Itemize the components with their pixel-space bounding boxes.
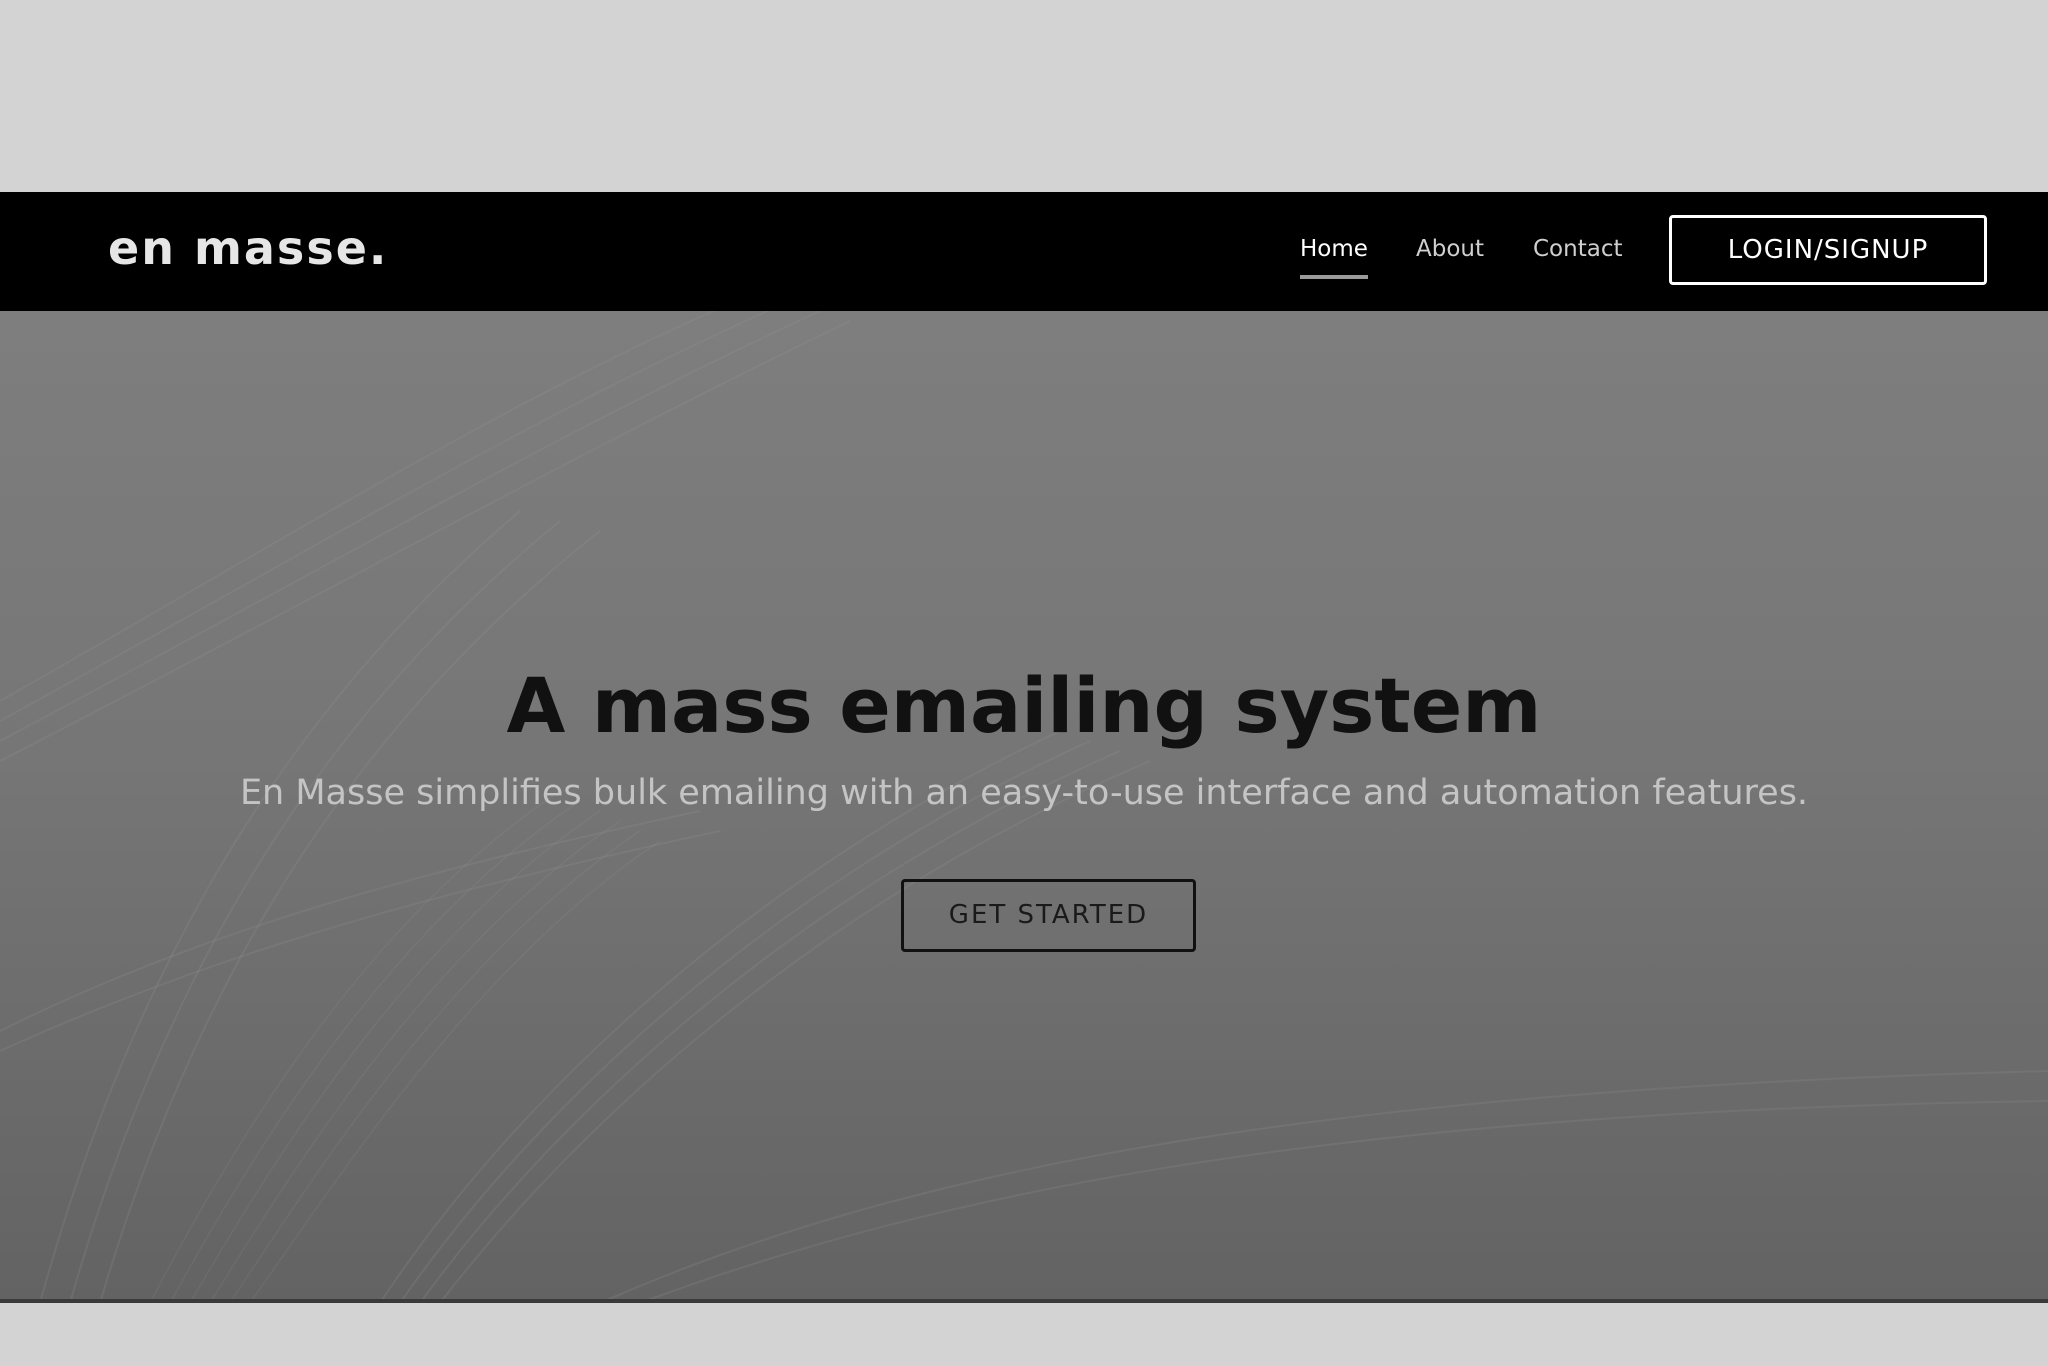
hero-subtitle: En Masse simplifies bulk emailing with a… <box>239 773 1809 813</box>
active-underline <box>1300 275 1368 279</box>
navbar: en masse. Home About Contact LOGIN/SIGNU… <box>0 192 2048 311</box>
brand-logo[interactable]: en masse. <box>108 220 388 276</box>
hero-section: A mass emailing system En Masse simplifi… <box>0 311 2048 1303</box>
hero-title: A mass emailing system <box>506 661 1542 750</box>
page: en masse. Home About Contact LOGIN/SIGNU… <box>0 0 2048 1365</box>
nav-link-contact-label: Contact <box>1533 236 1623 262</box>
nav-link-contact[interactable]: Contact <box>1533 234 1622 264</box>
nav-link-about[interactable]: About <box>1416 234 1484 264</box>
nav-link-home[interactable]: Home <box>1300 234 1368 279</box>
nav-link-home-label: Home <box>1300 236 1368 262</box>
get-started-button[interactable]: GET STARTED <box>901 879 1196 952</box>
nav-link-about-label: About <box>1416 236 1485 262</box>
login-signup-button[interactable]: LOGIN/SIGNUP <box>1669 215 1987 285</box>
